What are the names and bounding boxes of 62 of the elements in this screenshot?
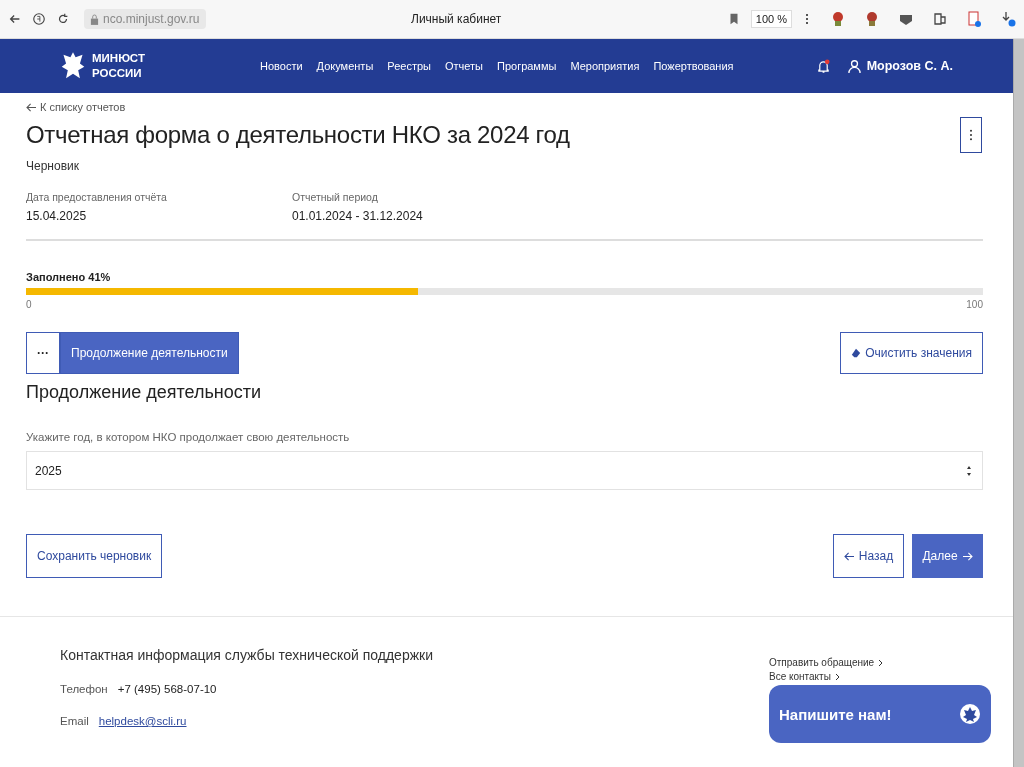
download-icon[interactable] xyxy=(1000,11,1016,27)
page-heading: Отчетная форма о деятельности НКО за 2024 год xyxy=(26,121,570,149)
eraser-icon xyxy=(851,348,862,358)
spinner-icon[interactable] xyxy=(966,464,972,477)
email-label: Email xyxy=(60,715,89,727)
zoom-indicator[interactable]: 100 % xyxy=(750,10,792,28)
save-draft-button[interactable]: Сохранить черновик xyxy=(26,534,163,578)
more-icon xyxy=(969,129,973,141)
emblem-icon xyxy=(959,703,981,725)
progress-min: 0 xyxy=(26,299,32,310)
nav-link[interactable]: Мероприятия xyxy=(570,60,640,72)
footer-link[interactable]: Все контакты xyxy=(769,671,840,682)
phone-number: +7 (495) 568-07-10 xyxy=(117,683,217,695)
arrow-left-icon xyxy=(26,102,37,112)
footer-heading: Контактная информация службы технической поддержки xyxy=(60,647,433,663)
section-heading: Продолжение деятельности xyxy=(26,382,263,403)
nav-link[interactable]: Пожертвования xyxy=(653,60,734,72)
reload-icon[interactable] xyxy=(56,12,70,26)
lock-icon xyxy=(90,13,99,25)
year-input[interactable]: 2025 xyxy=(26,451,983,490)
field-label: Укажите год, в котором НКО продолжает свою деятельность xyxy=(26,431,351,443)
meta-label: Дата предоставления отчёта xyxy=(26,191,168,203)
logo-text: РОССИИ xyxy=(92,66,143,81)
nav-link[interactable]: Программы xyxy=(497,60,557,72)
status-text: Черновик xyxy=(26,159,80,173)
extension-icon[interactable] xyxy=(864,11,880,27)
meta-value: 15.04.2025 xyxy=(26,209,88,223)
progress-label: Заполнено 41% xyxy=(26,271,111,283)
arrow-right-icon xyxy=(961,551,973,561)
nav-link[interactable]: Реестры xyxy=(387,60,431,72)
scrollbar[interactable] xyxy=(1013,39,1024,767)
pdf-icon[interactable] xyxy=(966,11,982,27)
email-link[interactable]: helpdesk@scli.ru xyxy=(98,715,187,727)
phone-label: Телефон xyxy=(60,683,108,695)
back-button[interactable]: Назад xyxy=(833,534,904,578)
section-tab[interactable]: ··· xyxy=(26,332,60,374)
next-button[interactable]: Далее xyxy=(912,534,983,578)
back-link[interactable]: К списку отчетов xyxy=(26,101,983,113)
back-icon[interactable] xyxy=(8,12,22,26)
nav-link[interactable]: Документы xyxy=(316,60,374,72)
nav-link[interactable]: Новости xyxy=(260,60,303,72)
clear-button[interactable]: Очистить значения xyxy=(840,332,983,374)
bell-icon[interactable] xyxy=(816,58,830,74)
meta-value: 01.01.2024 - 31.12.2024 xyxy=(292,209,424,223)
nav-link[interactable]: Отчеты xyxy=(444,60,483,72)
meta-label: Отчетный период xyxy=(292,191,379,203)
chevron-right-icon xyxy=(878,658,884,667)
arrow-left-icon xyxy=(843,551,855,561)
footer-link[interactable]: Отправить обращение xyxy=(769,657,884,668)
chevron-right-icon xyxy=(834,672,840,681)
extension-icon[interactable] xyxy=(830,11,846,27)
url-text: nco.minjust.gov.ru xyxy=(103,12,200,26)
more-button[interactable] xyxy=(960,117,982,153)
logo-text: МИНЮСТ xyxy=(92,51,145,66)
browser-logo-icon[interactable] xyxy=(32,12,46,26)
user-icon[interactable] xyxy=(847,58,861,74)
user-name[interactable]: Морозов С. А. xyxy=(866,59,953,73)
input-value: 2025 xyxy=(35,463,62,478)
chat-button[interactable]: Напишите нам! xyxy=(769,685,991,743)
section-tab[interactable]: Продолжение деятельности xyxy=(60,332,239,374)
progress-max: 100 xyxy=(966,299,983,310)
extension-icon[interactable] xyxy=(932,11,948,27)
